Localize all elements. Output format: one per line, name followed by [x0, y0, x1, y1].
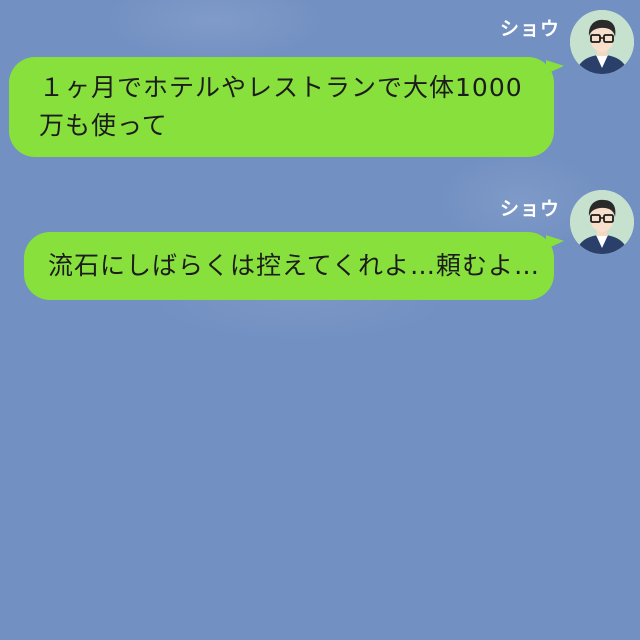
man-with-glasses-avatar-icon[interactable]: [570, 10, 634, 74]
man-with-glasses-avatar-icon[interactable]: [570, 190, 634, 254]
sender-name: ショウ: [499, 18, 560, 40]
message-text: 流石にしばらくは控えてくれよ…頼むよ…: [48, 251, 541, 280]
message-bubble[interactable]: １ヶ月でホテルやレストランで大体1000万も使って: [9, 57, 554, 157]
sender-name: ショウ: [499, 198, 560, 220]
message-bubble[interactable]: 流石にしばらくは控えてくれよ…頼むよ…: [24, 232, 554, 300]
message-text: １ヶ月でホテルやレストランで大体1000万も使って: [39, 73, 523, 140]
